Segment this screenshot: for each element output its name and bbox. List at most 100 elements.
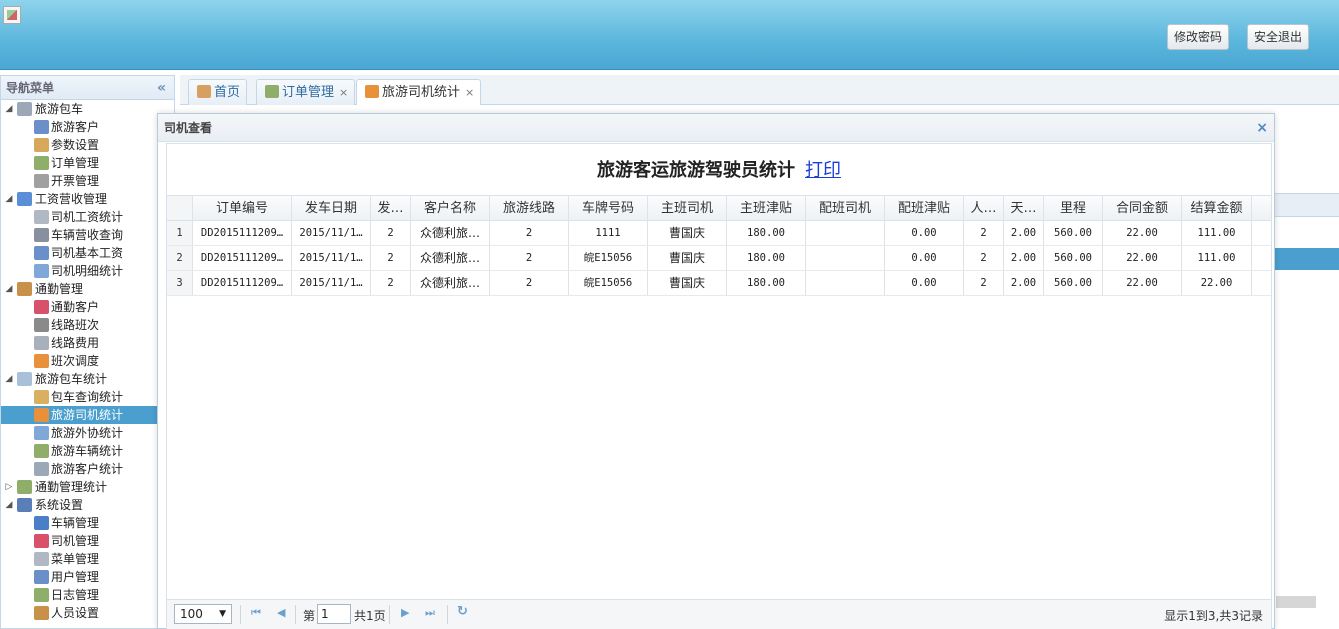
- column-header[interactable]: 合同金额: [1103, 196, 1182, 220]
- tree-toggle-icon[interactable]: ◢: [4, 190, 14, 208]
- nav-item[interactable]: 司机管理: [1, 532, 174, 550]
- nav-item[interactable]: 人员设置: [1, 604, 174, 622]
- print-link[interactable]: 打印: [805, 160, 841, 181]
- column-header[interactable]: 车牌号码: [569, 196, 648, 220]
- nav-item-label: 线路班次: [51, 318, 100, 332]
- table-cell: 1111: [569, 221, 648, 245]
- nav-item[interactable]: 司机基本工资: [1, 244, 174, 262]
- nav-item[interactable]: 通勤客户: [1, 298, 174, 316]
- tab-item[interactable]: 订单管理 ×: [256, 79, 356, 106]
- column-header[interactable]: 主班津贴: [727, 196, 806, 220]
- page-size-select[interactable]: 100 ▼: [174, 604, 232, 624]
- nav-item[interactable]: 线路费用: [1, 334, 174, 352]
- nav-item[interactable]: 旅游司机统计: [1, 406, 174, 424]
- nav-item[interactable]: ◢ 工资营收管理: [1, 190, 174, 208]
- nav-item[interactable]: 旅游客户: [1, 118, 174, 136]
- tab-item[interactable]: 旅游司机统计 ×: [356, 79, 482, 107]
- column-header[interactable]: [167, 196, 193, 220]
- tree-toggle-icon[interactable]: ◢: [4, 370, 14, 388]
- nav-item-icon: [34, 534, 49, 548]
- nav-item[interactable]: 旅游车辆统计: [1, 442, 174, 460]
- nav-item-label: 班次调度: [51, 354, 100, 368]
- table-cell: 0.00: [885, 221, 964, 245]
- table-cell: [806, 271, 885, 295]
- nav-item[interactable]: 包车查询统计: [1, 388, 174, 406]
- pager-separator: [295, 605, 296, 624]
- background-scrollbar[interactable]: [1276, 596, 1316, 608]
- nav-item[interactable]: 线路班次: [1, 316, 174, 334]
- tree-toggle-icon[interactable]: ◢: [4, 496, 14, 514]
- nav-item-icon: [34, 426, 49, 440]
- nav-item[interactable]: 菜单管理: [1, 550, 174, 568]
- table-row[interactable]: 1 DD2015111209… 2015/11/1… 2 众德利旅… 2 1111 曹国庆 18…: [167, 221, 1271, 246]
- column-header[interactable]: 旅游线路: [490, 196, 569, 220]
- tab-close-icon[interactable]: ×: [465, 86, 474, 99]
- column-header[interactable]: 发…: [371, 196, 411, 220]
- column-header[interactable]: 配班津贴: [885, 196, 964, 220]
- nav-item[interactable]: ◢ 系统设置: [1, 496, 174, 514]
- nav-item-icon: [34, 354, 49, 368]
- first-page-icon[interactable]: ⏮: [251, 606, 261, 620]
- nav-item[interactable]: ◢ 旅游包车统计: [1, 370, 174, 388]
- table-cell: 曹国庆: [648, 221, 727, 245]
- nav-item[interactable]: 班次调度: [1, 352, 174, 370]
- nav-item-icon: [34, 462, 49, 476]
- refresh-icon[interactable]: ↻: [457, 604, 468, 619]
- prev-page-icon[interactable]: ◀: [277, 606, 285, 619]
- table-cell: 2: [964, 221, 1004, 245]
- column-header[interactable]: 人…: [964, 196, 1004, 220]
- table-cell: 2: [490, 246, 569, 270]
- table-cell: 0.00: [885, 271, 964, 295]
- nav-item[interactable]: 车辆营收查询: [1, 226, 174, 244]
- tab-item[interactable]: 首页: [188, 79, 248, 106]
- nav-item[interactable]: 司机工资统计: [1, 208, 174, 226]
- nav-item[interactable]: 日志管理: [1, 586, 174, 604]
- collapse-icon[interactable]: «: [157, 76, 166, 100]
- column-header[interactable]: 发车日期: [292, 196, 371, 220]
- pager-bar: 100 ▼ ⏮ ◀ 第 1 共1页 ▶ ⏭ ↻ 显示1到3,共3记录: [167, 599, 1271, 629]
- tree-toggle-icon[interactable]: ◢: [4, 100, 14, 118]
- nav-item[interactable]: 参数设置: [1, 136, 174, 154]
- nav-item-icon: [34, 174, 49, 188]
- tree-toggle-icon[interactable]: ▷: [4, 478, 14, 496]
- column-header[interactable]: 配班司机: [806, 196, 885, 220]
- nav-item[interactable]: 旅游外协统计: [1, 424, 174, 442]
- column-header[interactable]: 里程: [1044, 196, 1103, 220]
- nav-item-icon: [34, 588, 49, 602]
- table-cell: 111.00: [1182, 246, 1252, 270]
- change-password-button[interactable]: 修改密码: [1167, 24, 1230, 50]
- page-total: 共1页: [354, 609, 386, 623]
- nav-item-icon: [17, 498, 32, 512]
- nav-item[interactable]: 用户管理: [1, 568, 174, 586]
- table-cell: 2.00: [1004, 221, 1044, 245]
- table-row[interactable]: 2 DD2015111209… 2015/11/1… 2 众德利旅… 2 皖E15056 曹国…: [167, 246, 1271, 271]
- table-cell: 180.00: [727, 271, 806, 295]
- nav-item[interactable]: 司机明细统计: [1, 262, 174, 280]
- nav-item-icon: [34, 120, 49, 134]
- table-cell: 众德利旅…: [411, 271, 490, 295]
- nav-item[interactable]: 旅游客户统计: [1, 460, 174, 478]
- nav-item-label: 系统设置: [35, 498, 84, 512]
- nav-item[interactable]: 订单管理: [1, 154, 174, 172]
- nav-item-icon: [34, 606, 49, 620]
- column-header[interactable]: 客户名称: [411, 196, 490, 220]
- last-page-icon[interactable]: ⏭: [425, 606, 435, 620]
- page-number-input[interactable]: 1: [317, 604, 351, 624]
- table-cell: [806, 221, 885, 245]
- column-header[interactable]: 主班司机: [648, 196, 727, 220]
- tab-close-icon[interactable]: ×: [339, 86, 348, 99]
- next-page-icon[interactable]: ▶: [401, 606, 409, 619]
- logout-button[interactable]: 安全退出: [1247, 24, 1310, 50]
- table-row[interactable]: 3 DD2015111209… 2015/11/1… 2 众德利旅… 2 皖E15056 曹国…: [167, 271, 1271, 296]
- nav-item[interactable]: ◢ 旅游包车: [1, 100, 174, 118]
- column-header[interactable]: 订单编号: [193, 196, 292, 220]
- nav-item[interactable]: 开票管理: [1, 172, 174, 190]
- nav-item[interactable]: ▷ 通勤管理统计: [1, 478, 174, 496]
- column-header[interactable]: 天…: [1004, 196, 1044, 220]
- nav-item-label: 旅游客户: [51, 120, 100, 134]
- column-header[interactable]: 结算金额: [1182, 196, 1252, 220]
- tree-toggle-icon[interactable]: ◢: [4, 280, 14, 298]
- dialog-close-icon[interactable]: ×: [1256, 114, 1268, 142]
- nav-item[interactable]: ◢ 通勤管理: [1, 280, 174, 298]
- nav-item[interactable]: 车辆管理: [1, 514, 174, 532]
